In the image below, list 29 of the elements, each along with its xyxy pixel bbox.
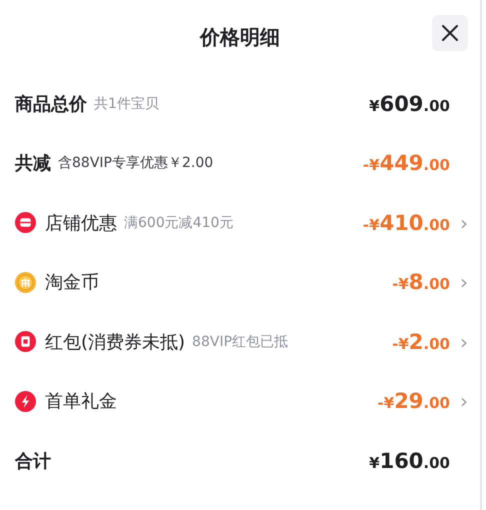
row-label: 首单礼金 bbox=[45, 390, 117, 414]
coin-icon bbox=[15, 272, 36, 293]
price-amount: -¥449.00 bbox=[362, 151, 450, 176]
price-amount: -¥2.00 bbox=[392, 330, 450, 354]
shop-icon bbox=[15, 212, 36, 234]
row-label: 共减 bbox=[15, 152, 51, 176]
chevron-icon[interactable]: › bbox=[450, 270, 468, 294]
row-label: 淘金币 bbox=[45, 271, 99, 294]
chevron-icon[interactable]: › bbox=[450, 389, 468, 414]
price-amount: -¥410.00 bbox=[362, 210, 450, 235]
chevron-icon[interactable]: › bbox=[450, 330, 468, 354]
row-label: 商品总价 bbox=[15, 92, 87, 116]
price-amount: ¥160.00 bbox=[369, 448, 450, 473]
price-amount: ¥609.00 bbox=[369, 92, 450, 116]
row-label: 合计 bbox=[15, 450, 51, 473]
row-label: 店铺优惠 bbox=[45, 212, 117, 235]
price-amount: -¥29.00 bbox=[378, 389, 450, 414]
row-note: 共1件宝贝 bbox=[94, 94, 159, 113]
lightning-icon bbox=[15, 390, 36, 412]
close-button[interactable] bbox=[432, 15, 468, 51]
row-note: 88VIP红包已抵 bbox=[192, 332, 288, 351]
chevron-icon[interactable]: › bbox=[450, 210, 468, 235]
row-label: 红包(消费券未抵) bbox=[45, 330, 186, 354]
row-note: 满600元减410元 bbox=[124, 214, 234, 232]
row-note: 含88VIP专享优惠￥2.00 bbox=[58, 154, 214, 172]
sheet-title: 价格明细 bbox=[200, 24, 280, 50]
envelope-icon bbox=[15, 331, 36, 352]
close-icon bbox=[441, 24, 459, 42]
price-amount: -¥8.00 bbox=[392, 270, 450, 294]
